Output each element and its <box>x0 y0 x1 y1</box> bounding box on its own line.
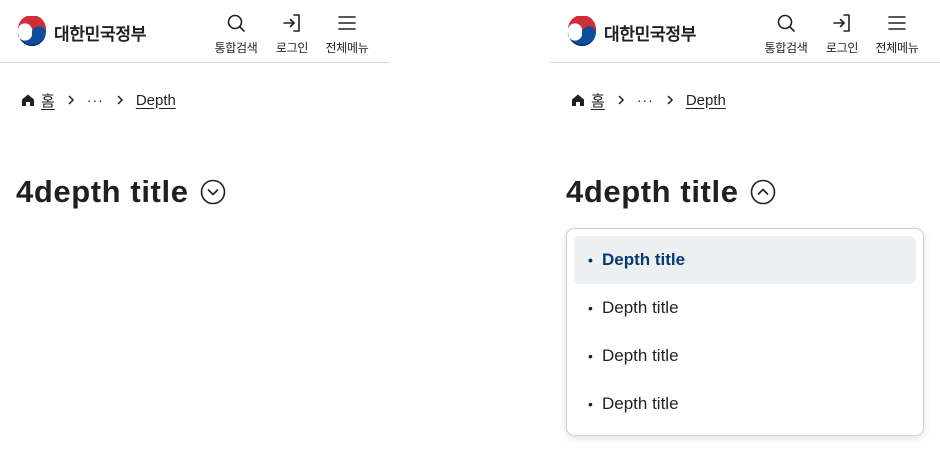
home-icon <box>572 94 584 106</box>
logo-text: 대한민국정부 <box>604 24 697 44</box>
site-header: 대한민국정부 통합검색 로그인 전체메뉴 <box>550 0 940 63</box>
search-label: 통합검색 <box>764 41 808 55</box>
breadcrumb-ellipsis[interactable]: ··· <box>637 92 654 108</box>
search-label: 통합검색 <box>214 41 258 55</box>
login-button[interactable]: 로그인 <box>812 12 872 56</box>
breadcrumb-home-link[interactable]: 홈 <box>41 90 55 111</box>
chevron-up-circle-icon[interactable] <box>750 179 776 205</box>
logo-text: 대한민국정부 <box>54 24 147 44</box>
bullet-icon: • <box>588 396 593 412</box>
all-menu-label: 전체메뉴 <box>325 41 369 55</box>
all-menu-label: 전체메뉴 <box>875 41 919 55</box>
search-button[interactable]: 통합검색 <box>206 12 266 56</box>
chevron-right-icon <box>667 95 673 105</box>
bullet-icon: • <box>588 348 593 364</box>
breadcrumb: 홈 ··· Depth <box>570 89 726 111</box>
login-button[interactable]: 로그인 <box>262 12 322 56</box>
chevron-right-icon <box>618 95 624 105</box>
breadcrumb-home-link[interactable]: 홈 <box>591 90 605 111</box>
search-icon <box>777 14 795 32</box>
dropdown-item[interactable]: • Depth title <box>574 380 916 428</box>
chevron-right-icon <box>68 95 74 105</box>
site-header: 대한민국정부 통합검색 로그인 전체메뉴 <box>0 0 390 63</box>
breadcrumb-current-link[interactable]: Depth <box>136 92 176 109</box>
breadcrumb-ellipsis[interactable]: ··· <box>87 92 104 108</box>
login-label: 로그인 <box>275 41 309 55</box>
expanded-view: 대한민국정부 통합검색 로그인 전체메뉴 홈 ··· Depth 4depth … <box>550 0 940 476</box>
hamburger-menu-icon <box>338 16 356 30</box>
dropdown-item-label: Depth title <box>602 250 686 269</box>
taegeuk-emblem-icon <box>566 16 598 48</box>
home-icon <box>22 94 34 106</box>
login-icon <box>833 14 850 32</box>
page-title-row: 4depth title <box>566 170 776 214</box>
chevron-right-icon <box>117 95 123 105</box>
hamburger-menu-icon <box>888 16 906 30</box>
dropdown-item[interactable]: • Depth title <box>574 332 916 380</box>
page-title: 4depth title <box>566 174 739 209</box>
page-title: 4depth title <box>16 174 189 209</box>
breadcrumb-current-link[interactable]: Depth <box>686 92 726 109</box>
dropdown-item-active[interactable]: • Depth title <box>574 236 916 284</box>
dropdown-item-label: Depth title <box>602 298 679 317</box>
collapsed-view: 대한민국정부 통합검색 로그인 전체메뉴 홈 ··· Depth 4depth … <box>0 0 390 476</box>
bullet-icon: • <box>588 300 593 316</box>
search-button[interactable]: 통합검색 <box>756 12 816 56</box>
page-title-row: 4depth title <box>16 170 226 214</box>
chevron-down-circle-icon[interactable] <box>200 179 226 205</box>
login-icon <box>283 14 300 32</box>
taegeuk-emblem-icon <box>16 16 48 48</box>
search-icon <box>227 14 245 32</box>
government-logo[interactable]: 대한민국정부 <box>16 16 146 48</box>
all-menu-button[interactable]: 전체메뉴 <box>867 12 927 56</box>
dropdown-item[interactable]: • Depth title <box>574 284 916 332</box>
depth-dropdown-menu: • Depth title • Depth title • Depth titl… <box>566 228 924 436</box>
breadcrumb: 홈 ··· Depth <box>20 89 176 111</box>
dropdown-item-label: Depth title <box>602 346 679 365</box>
all-menu-button[interactable]: 전체메뉴 <box>317 12 377 56</box>
bullet-icon: • <box>588 252 593 268</box>
login-label: 로그인 <box>825 41 859 55</box>
government-logo[interactable]: 대한민국정부 <box>566 16 696 48</box>
dropdown-item-label: Depth title <box>602 394 679 413</box>
